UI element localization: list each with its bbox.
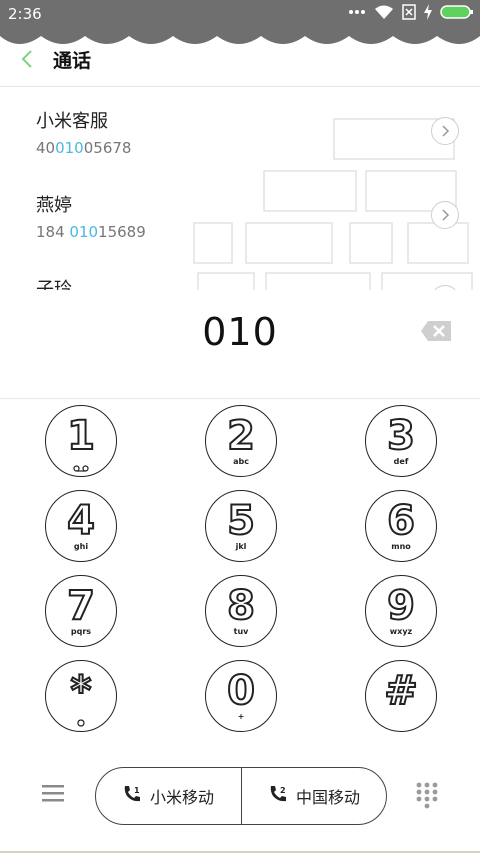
key-digit: 0 — [226, 668, 256, 714]
svg-text:2: 2 — [280, 786, 286, 795]
sim1-label: 小米移动 — [149, 788, 214, 807]
chevron-left-icon[interactable] — [18, 48, 38, 74]
chevron-right-icon — [440, 206, 450, 225]
wifi-icon — [374, 4, 394, 20]
list-item[interactable]: 小米客服 4001005678 — [36, 107, 131, 157]
key-3[interactable]: 3 def — [365, 405, 437, 477]
key-letters: jkl — [235, 542, 247, 551]
key-hash[interactable]: # — [365, 660, 437, 732]
key-4[interactable]: 4 ghi — [45, 490, 117, 562]
key-6[interactable]: 6 mno — [365, 490, 437, 562]
key-7[interactable]: 7 pqrs — [45, 575, 117, 647]
status-scallop-decoration — [0, 28, 480, 44]
sim2-label: 中国移动 — [295, 788, 360, 807]
list-item[interactable]: 燕婷 184 01015689 — [36, 191, 146, 241]
key-letters: abc — [233, 457, 249, 466]
key-8[interactable]: 8 tuv — [205, 575, 277, 647]
contact-detail-button[interactable] — [431, 117, 459, 145]
key-9[interactable]: 9 wxyz — [365, 575, 437, 647]
pause-icon — [77, 712, 85, 727]
page-title: 通话 — [53, 50, 92, 72]
sim-call-buttons: 1 小米移动 2 中国移动 — [95, 767, 387, 825]
key-digit: 3 — [386, 413, 416, 459]
dots-icon — [348, 9, 366, 15]
key-digit: * — [70, 668, 93, 714]
call-sim1-button[interactable]: 1 小米移动 — [96, 768, 240, 824]
status-time: 2:36 — [8, 5, 42, 23]
key-letters: wxyz — [389, 627, 413, 636]
key-digit: 5 — [226, 498, 256, 544]
status-icons — [348, 4, 474, 20]
backspace-icon[interactable] — [420, 320, 452, 346]
key-digit: 1 — [66, 413, 96, 459]
key-digit: # — [383, 668, 418, 714]
contact-detail-button[interactable] — [431, 201, 459, 229]
key-digit: 2 — [226, 413, 256, 459]
phone-sim2-icon: 2 — [268, 784, 288, 808]
charging-icon — [424, 4, 432, 20]
contact-number: 4001005678 — [36, 139, 132, 157]
contact-name: 燕婷 — [36, 195, 72, 216]
status-bar: 2:36 — [0, 0, 480, 28]
voicemail-icon — [73, 457, 89, 472]
key-digit: 9 — [386, 583, 416, 629]
key-2[interactable]: 2 abc — [205, 405, 277, 477]
key-letters: + — [237, 712, 245, 721]
key-0[interactable]: 0 + — [205, 660, 277, 732]
contact-number: 184 01015689 — [36, 223, 146, 241]
key-letters: tuv — [233, 627, 249, 636]
key-letters: def — [393, 457, 409, 466]
keypad-icon[interactable] — [416, 782, 438, 814]
key-letters: mno — [391, 542, 411, 551]
key-digit: 8 — [226, 583, 256, 629]
key-digit: 4 — [66, 498, 96, 544]
key-star[interactable]: * — [45, 660, 117, 732]
key-letters: pqrs — [70, 627, 92, 636]
divider — [0, 398, 480, 399]
phone-sim1-icon: 1 — [122, 784, 142, 808]
no-sim-icon — [402, 4, 416, 20]
key-digit: 7 — [66, 583, 96, 629]
key-digit: 6 — [386, 498, 416, 544]
key-1[interactable]: 1 — [45, 405, 117, 477]
dialed-number: 010 — [202, 310, 278, 354]
dial-display: 010 — [0, 290, 480, 398]
svg-text:1: 1 — [134, 786, 140, 795]
chevron-right-icon — [440, 122, 450, 141]
key-5[interactable]: 5 jkl — [205, 490, 277, 562]
contact-results: 小米客服 4001005678 燕婷 184 01015689 子玲 — [0, 86, 480, 297]
battery-icon — [440, 4, 474, 20]
contact-name: 小米客服 — [36, 111, 108, 132]
menu-icon[interactable] — [42, 783, 64, 807]
call-sim2-button[interactable]: 2 中国移动 — [241, 768, 386, 824]
key-letters: ghi — [73, 542, 89, 551]
